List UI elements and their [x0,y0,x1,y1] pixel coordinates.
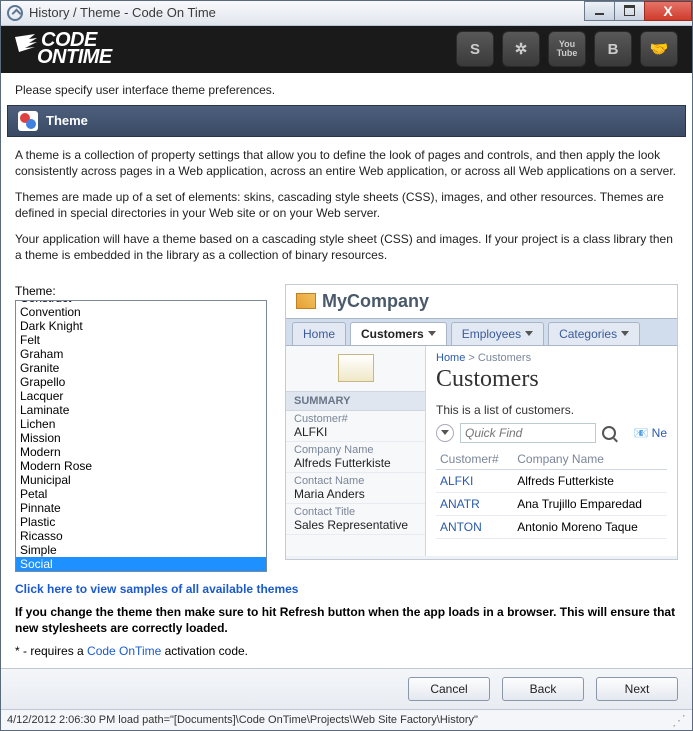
handshake-icon[interactable]: 🤝 [640,31,678,67]
close-button[interactable]: X [644,1,692,21]
theme-listbox[interactable]: ConstructConventionDark KnightFeltGraham… [15,300,267,572]
preview-tab[interactable]: Customers [350,322,447,345]
codeontime-link[interactable]: Code OnTime [87,644,161,658]
search-icon[interactable] [602,426,616,440]
theme-label: Theme: [15,284,267,298]
theme-item[interactable]: Dark Knight [16,319,266,333]
table-header[interactable]: Company Name [513,449,667,470]
theme-item[interactable]: Social [16,557,266,571]
theme-item[interactable]: Modern Rose [16,459,266,473]
resize-grip[interactable] [672,713,686,727]
status-bar: 4/12/2012 2:06:30 PM load path="[Documen… [1,709,692,730]
theme-item[interactable]: Ricasso [16,529,266,543]
wing-icon [15,34,37,52]
header-bar: CODE ONTIME S ✲ YouTube B 🤝 [1,26,692,73]
theme-item[interactable]: Graham [16,347,266,361]
window-title: History / Theme - Code On Time [29,5,584,20]
refresh-warning: If you change the theme then make sure t… [15,604,678,636]
preview-page-title: Customers [436,366,667,393]
next-button[interactable]: Next [596,677,678,701]
footer-buttons: Cancel Back Next [1,668,692,709]
blogger-icon[interactable]: B [594,31,632,67]
titlebar: History / Theme - Code On Time X [1,1,692,26]
back-button[interactable]: Back [502,677,584,701]
preview-logo: MyCompany [286,285,677,318]
preview-search-row: 📧 Ne [436,423,667,443]
preview-main: Home > Customers Customers This is a lis… [426,346,677,556]
summary-header: SUMMARY [286,392,425,411]
summary-field: Company NameAlfreds Futterkiste [286,442,425,473]
preview-subtitle: This is a list of customers. [436,403,667,417]
section-title: Theme [46,113,88,128]
theme-item[interactable]: Convention [16,305,266,319]
breadcrumb-home[interactable]: Home [436,352,465,364]
theme-item[interactable]: Lichen [16,417,266,431]
logo: CODE ONTIME [15,33,112,64]
table-row[interactable]: ANTONAntonio Moreno Taque [436,515,667,538]
summary-field: Customer#ALFKI [286,411,425,442]
samples-link[interactable]: Click here to view samples of all availa… [15,582,298,596]
new-link[interactable]: 📧 Ne [634,426,667,440]
preview-sidebar: SUMMARY Customer#ALFKICompany NameAlfred… [286,346,426,556]
maximize-button[interactable] [614,1,644,21]
table-row[interactable]: ALFKIAlfreds Futterkiste [436,469,667,492]
theme-item[interactable]: Mission [16,431,266,445]
cube-icon [296,293,316,309]
intro-text: Please specify user interface theme pref… [1,73,692,105]
youtube-icon[interactable]: YouTube [548,31,586,67]
theme-item[interactable]: Felt [16,333,266,347]
app-icon [7,5,23,21]
theme-item[interactable]: Grapello [16,375,266,389]
preview-tab[interactable]: Categories [548,322,640,345]
theme-item[interactable]: Laminate [16,403,266,417]
theme-item[interactable]: Plastic [16,515,266,529]
theme-item[interactable]: Lacquer [16,389,266,403]
preview-tab[interactable]: Employees [451,322,544,345]
theme-item[interactable]: Municipal [16,473,266,487]
theme-item[interactable]: Granite [16,361,266,375]
theme-column: Theme: ConstructConventionDark KnightFel… [15,284,267,572]
breadcrumb: Home > Customers [436,352,667,364]
theme-item[interactable]: Pinnate [16,501,266,515]
quick-find-input[interactable] [460,423,596,443]
theme-preview: MyCompany HomeCustomersEmployeesCategori… [285,284,678,560]
table-header[interactable]: Customer# [436,449,513,470]
sync-icon[interactable]: ✲ [502,31,540,67]
preview-tab[interactable]: Home [292,322,346,345]
cancel-button[interactable]: Cancel [408,677,490,701]
dropdown-icon[interactable] [436,424,454,442]
minimize-button[interactable] [584,1,614,21]
section-header: Theme [7,105,686,137]
window-buttons: X [584,5,692,21]
theme-item[interactable]: Petal [16,487,266,501]
status-text: 4/12/2012 2:06:30 PM load path="[Documen… [7,714,478,726]
description: A theme is a collection of property sett… [1,137,692,284]
theme-item[interactable]: Simple [16,543,266,557]
summary-field: Contact NameMaria Anders [286,473,425,504]
preview-tabs: HomeCustomersEmployeesCategories [286,318,677,346]
table-row[interactable]: ANATRAna Trujillo Emparedad [436,492,667,515]
activation-note: * - requires a Code OnTime activation co… [15,644,678,658]
app-window: History / Theme - Code On Time X CODE ON… [0,0,693,731]
summary-field: Contact TitleSales Representative [286,504,425,535]
below-section: Click here to view samples of all availa… [1,572,692,668]
preview-table: Customer#Company Name ALFKIAlfreds Futte… [436,449,667,539]
sheet-icon [338,354,374,382]
skype-icon[interactable]: S [456,31,494,67]
theme-icon [18,111,38,131]
theme-item[interactable]: Modern [16,445,266,459]
